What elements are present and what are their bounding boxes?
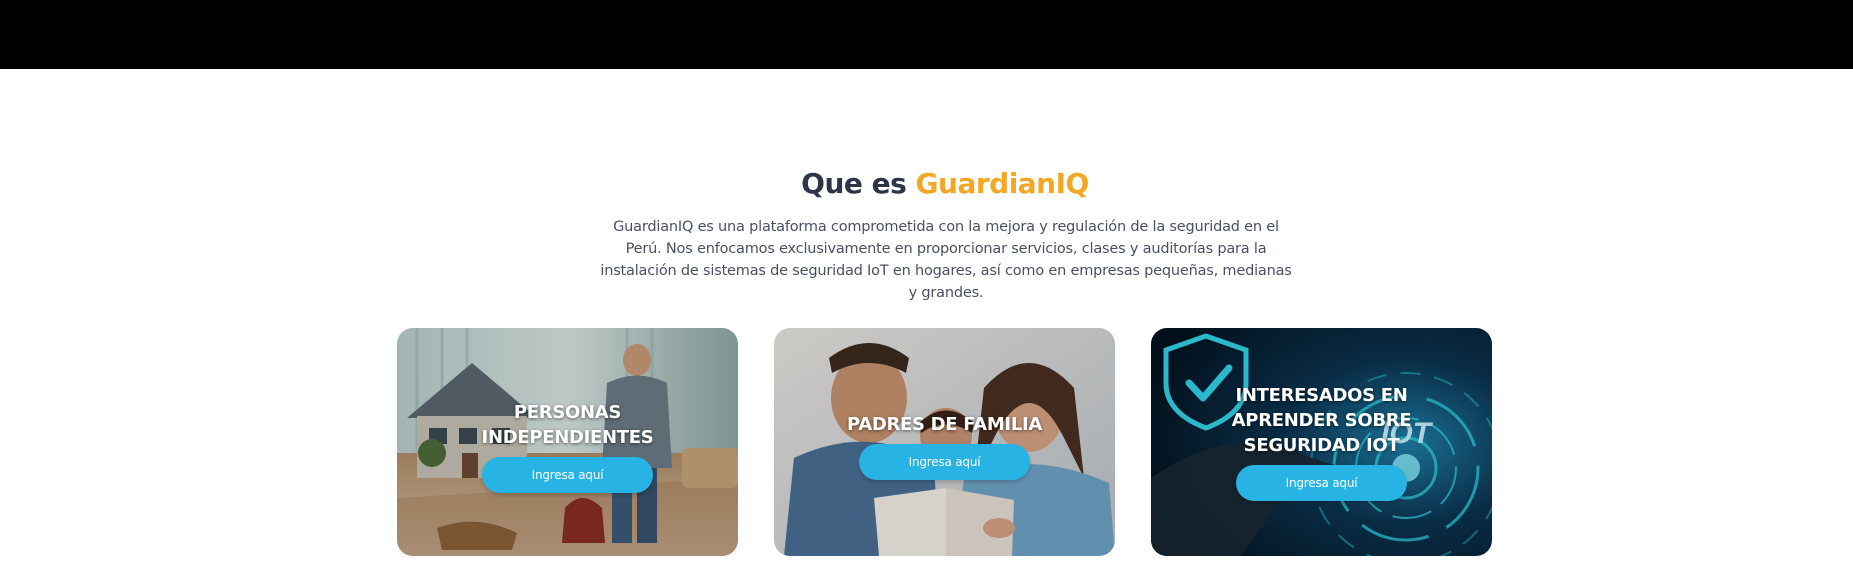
ingresa-button-padres[interactable]: Ingresa aquí <box>859 444 1030 480</box>
heading-prefix: Que es <box>801 167 907 200</box>
card-interesados-iot: IOT INTERESADOS EN APRENDER SOBRE SEGURI… <box>1151 328 1492 556</box>
card-padres-de-familia: PADRES DE FAMILIA Ingresa aquí <box>774 328 1115 556</box>
card-personas-independientes: PERSONAS INDEPENDIENTES Ingresa aquí <box>397 328 738 556</box>
heading-brand: GuardianIQ <box>915 167 1090 200</box>
top-bar <box>0 0 1853 69</box>
card-title: PERSONAS INDEPENDIENTES <box>481 401 654 448</box>
ingresa-button-personas[interactable]: Ingresa aquí <box>482 456 653 493</box>
section-heading: Que es GuardianIQ <box>0 167 1853 200</box>
card-title: PADRES DE FAMILIA <box>846 414 1043 435</box>
card-title: INTERESADOS EN APRENDER SOBRE SEGURIDAD … <box>1231 385 1412 456</box>
section-description: GuardianIQ es una plataforma comprometid… <box>600 219 1292 301</box>
ingresa-button-iot[interactable]: Ingresa aquí <box>1236 465 1407 501</box>
